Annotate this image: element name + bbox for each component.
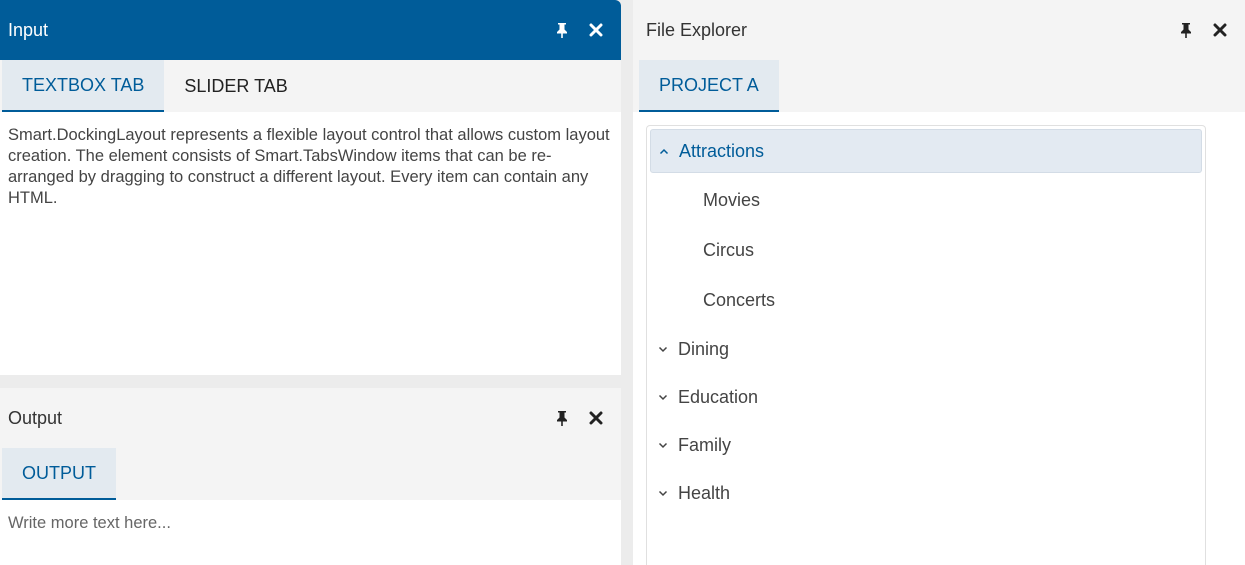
tab-slider[interactable]: SLIDER TAB — [164, 60, 307, 112]
file-explorer-title: File Explorer — [646, 19, 748, 40]
tree-item-label: Circus — [703, 239, 755, 260]
tree-item-label: Health — [678, 482, 731, 503]
tab-output[interactable]: OUTPUT — [2, 448, 116, 500]
output-text-area[interactable]: Write more text here... — [0, 500, 621, 547]
chevron-down-icon[interactable] — [658, 490, 678, 497]
chevron-up-icon[interactable] — [659, 148, 679, 155]
output-tab-strip: OUTPUT — [0, 448, 621, 500]
pin-icon[interactable] — [545, 410, 579, 426]
input-window-title: Input — [8, 19, 49, 40]
file-tree: Attractions Movies Circus Concerts Dinin… — [646, 125, 1206, 565]
tree-item-circus[interactable]: Circus — [650, 227, 1202, 273]
tree-item-label: Family — [678, 434, 731, 455]
tree-item-label: Dining — [678, 338, 730, 359]
tab-textbox[interactable]: TEXTBOX TAB — [2, 60, 165, 112]
tree-item-education[interactable]: Education — [650, 375, 1202, 419]
output-window-title: Output — [8, 407, 63, 428]
tree-item-attractions[interactable]: Attractions — [650, 129, 1202, 173]
tree-item-dining[interactable]: Dining — [650, 327, 1202, 371]
tree-item-label: Education — [678, 386, 759, 407]
file-explorer-window: File Explorer PROJECT A Attractions Movi… — [633, 0, 1245, 565]
explorer-tab-strip: PROJECT A — [633, 60, 1245, 112]
input-window-header[interactable]: Input — [0, 0, 621, 60]
tree-item-label: Concerts — [703, 289, 776, 310]
close-icon[interactable] — [579, 411, 613, 425]
tree-item-health[interactable]: Health — [650, 471, 1202, 515]
chevron-down-icon[interactable] — [658, 346, 678, 353]
close-icon[interactable] — [579, 23, 613, 37]
pin-icon[interactable] — [1169, 22, 1203, 38]
tree-item-family[interactable]: Family — [650, 423, 1202, 467]
output-window-header[interactable]: Output — [0, 388, 621, 448]
tree-item-label: Attractions — [679, 140, 765, 161]
tree-item-label: Movies — [703, 189, 761, 210]
chevron-down-icon[interactable] — [658, 394, 678, 401]
tree-item-movies[interactable]: Movies — [650, 177, 1202, 223]
tree-item-concerts[interactable]: Concerts — [650, 277, 1202, 323]
tab-project-a[interactable]: PROJECT A — [639, 60, 779, 112]
close-icon[interactable] — [1203, 23, 1237, 37]
output-window: Output OUTPUT Write more text here... — [0, 388, 621, 565]
input-window: Input TEXTBOX TAB SLIDER TAB Smart.Docki… — [0, 0, 621, 375]
file-explorer-header[interactable]: File Explorer — [633, 0, 1245, 60]
chevron-down-icon[interactable] — [658, 442, 678, 449]
input-tab-strip: TEXTBOX TAB SLIDER TAB — [0, 60, 621, 112]
pin-icon[interactable] — [545, 22, 579, 38]
textbox-tab-content[interactable]: Smart.DockingLayout represents a flexibl… — [0, 112, 621, 222]
